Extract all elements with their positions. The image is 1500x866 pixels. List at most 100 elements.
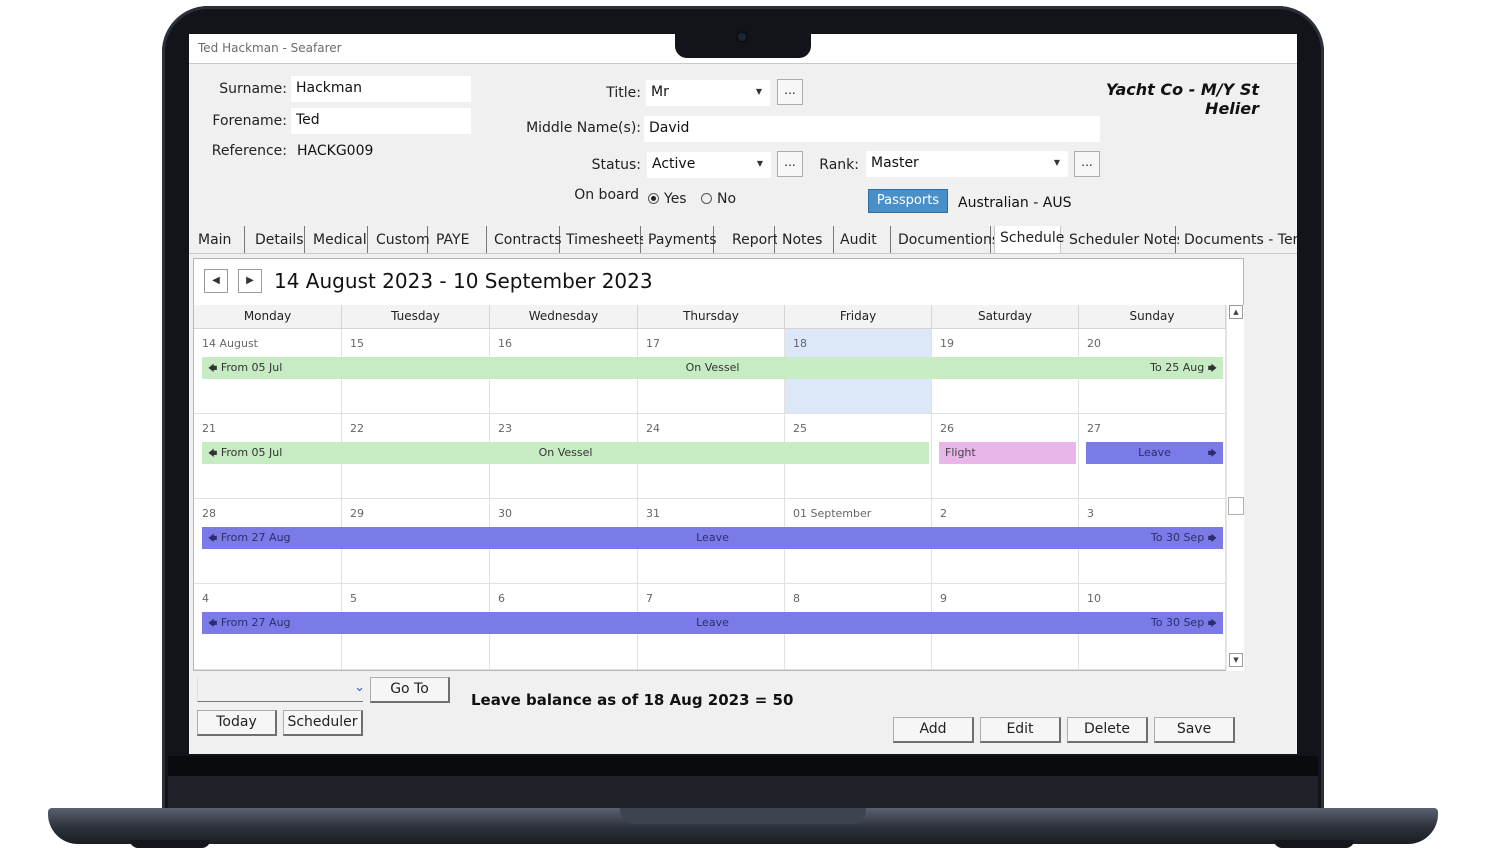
- tab-payments[interactable]: Payments: [643, 226, 717, 253]
- onboard-no-radio[interactable]: No: [701, 191, 736, 207]
- event-label: On Vessel: [685, 361, 740, 374]
- event-on-vessel[interactable]: 🡄 From 05 Jul On Vessel To 25 Aug 🡆: [202, 357, 1223, 379]
- radio-unchecked-icon: [701, 193, 712, 204]
- go-to-button[interactable]: Go To: [370, 677, 450, 703]
- day-number: 23: [498, 422, 512, 435]
- next-range-button[interactable]: ▶: [238, 269, 262, 293]
- tab-timesheets[interactable]: Timesheets: [561, 226, 646, 253]
- status-label: Status:: [591, 157, 641, 173]
- today-button[interactable]: Today: [197, 710, 277, 736]
- rank-label: Rank:: [819, 157, 859, 173]
- tab-custom[interactable]: Custom: [371, 226, 430, 253]
- nationality-value: Australian - AUS: [958, 195, 1072, 211]
- tab-details[interactable]: Details: [250, 226, 305, 253]
- day-number: 10: [1087, 592, 1101, 605]
- laptop-bezel-band: [168, 756, 1318, 778]
- day-number: 21: [202, 422, 216, 435]
- tab-main[interactable]: Main: [193, 226, 245, 253]
- event-leave[interactable]: Leave 🡆: [1086, 442, 1223, 464]
- chevron-down-icon: ⌄: [354, 680, 365, 695]
- radio-checked-icon: [648, 193, 659, 204]
- tab-bar: Main Details Medical Custom PAYE Contrac…: [189, 226, 1297, 254]
- tab-reports[interactable]: Reports: [727, 226, 786, 253]
- day-number: 28: [202, 507, 216, 520]
- event-flight[interactable]: Flight: [939, 442, 1076, 464]
- day-number: 25: [793, 422, 807, 435]
- tab-audit[interactable]: Audit: [835, 226, 891, 253]
- event-label: Leave: [696, 531, 729, 544]
- day-number: 20: [1087, 337, 1101, 350]
- onboard-yes-radio[interactable]: Yes: [648, 191, 687, 207]
- passports-button[interactable]: Passports: [868, 189, 948, 213]
- event-label: Leave: [1138, 446, 1171, 459]
- day-number: 14 August: [202, 337, 258, 350]
- chevron-down-icon: ▼: [755, 87, 763, 96]
- event-to-label: To 30 Sep: [1150, 531, 1205, 544]
- goto-date-select[interactable]: ⌄: [197, 678, 365, 702]
- scroll-up-icon[interactable]: ▲: [1229, 305, 1243, 319]
- app-window: Ted Hackman - Seafarer Surname: Hackman …: [189, 34, 1297, 754]
- tab-contracts[interactable]: Contracts: [489, 226, 562, 253]
- event-to: To 30 Sep 🡆: [1151, 527, 1217, 550]
- status-dropdown[interactable]: Active ▼: [647, 152, 771, 178]
- tab-medical[interactable]: Medical: [308, 226, 368, 253]
- day-header: Wednesday: [490, 305, 638, 329]
- save-button[interactable]: Save: [1154, 717, 1235, 743]
- day-number: 24: [646, 422, 660, 435]
- day-number: 27: [1087, 422, 1101, 435]
- event-to: To 25 Aug 🡆: [1150, 357, 1217, 380]
- surname-field[interactable]: Hackman: [291, 76, 471, 102]
- day-number: 6: [498, 592, 505, 605]
- event-on-vessel[interactable]: 🡄 From 05 Jul On Vessel: [202, 442, 929, 464]
- title-dropdown[interactable]: Mr ▼: [646, 80, 770, 106]
- tab-paye[interactable]: PAYE: [431, 226, 487, 253]
- title-lookup-button[interactable]: ...: [777, 79, 803, 105]
- day-number: 29: [350, 507, 364, 520]
- laptop-chin: [168, 776, 1318, 810]
- laptop-foot-right: [1274, 840, 1354, 848]
- add-button[interactable]: Add: [893, 717, 974, 743]
- delete-button[interactable]: Delete: [1067, 717, 1148, 743]
- surname-label: Surname:: [219, 81, 287, 97]
- event-leave[interactable]: 🡄 From 27 Aug Leave To 30 Sep 🡆: [202, 612, 1223, 634]
- day-number: 4: [202, 592, 209, 605]
- onboard-no-label: No: [717, 191, 737, 207]
- day-number: 7: [646, 592, 653, 605]
- event-to: To 30 Sep 🡆: [1151, 612, 1217, 635]
- arrow-right-icon: 🡆: [1207, 534, 1217, 544]
- previous-range-button[interactable]: ◀: [204, 269, 228, 293]
- rank-dropdown[interactable]: Master ▼: [866, 151, 1068, 177]
- scheduler-button[interactable]: Scheduler: [283, 710, 363, 736]
- onboard-yes-label: Yes: [664, 191, 687, 207]
- tab-notes[interactable]: Notes: [777, 226, 834, 253]
- day-number: 26: [940, 422, 954, 435]
- leave-balance: Leave balance as of 18 Aug 2023 = 50: [471, 691, 794, 709]
- day-number: 01 September: [793, 507, 872, 520]
- arrow-right-icon: 🡆: [1207, 449, 1217, 459]
- day-header: Tuesday: [342, 305, 490, 329]
- rank-lookup-button[interactable]: ...: [1074, 151, 1100, 177]
- event-leave[interactable]: 🡄 From 27 Aug Leave To 30 Sep 🡆: [202, 527, 1223, 549]
- forename-field[interactable]: Ted: [291, 108, 471, 134]
- reference-label: Reference:: [211, 143, 287, 159]
- day-number: 5: [350, 592, 357, 605]
- day-number: 15: [350, 337, 364, 350]
- tab-documentions[interactable]: Documentions: [893, 226, 999, 253]
- event-label: On Vessel: [538, 446, 593, 459]
- day-header: Thursday: [638, 305, 785, 329]
- middle-name-label: Middle Name(s):: [526, 120, 641, 136]
- tab-scheduler-notes[interactable]: Scheduler Notes: [1064, 226, 1184, 253]
- date-range-title: 14 August 2023 - 10 September 2023: [274, 269, 653, 293]
- arrow-right-icon: 🡆: [1207, 364, 1217, 374]
- scroll-down-icon[interactable]: ▼: [1229, 653, 1243, 667]
- tab-schedule[interactable]: Schedule: [994, 226, 1064, 253]
- middle-name-field[interactable]: David: [644, 116, 1100, 142]
- forename-label: Forename:: [212, 113, 287, 129]
- tab-documents-temp[interactable]: Documents - Temp: [1179, 226, 1297, 253]
- status-lookup-button[interactable]: ...: [777, 151, 803, 177]
- edit-button[interactable]: Edit: [980, 717, 1061, 743]
- scroll-thumb[interactable]: [1228, 497, 1244, 515]
- laptop-foot-left: [130, 840, 210, 848]
- day-header: Monday: [194, 305, 342, 329]
- vertical-scrollbar[interactable]: ▲ ▼: [1226, 305, 1244, 671]
